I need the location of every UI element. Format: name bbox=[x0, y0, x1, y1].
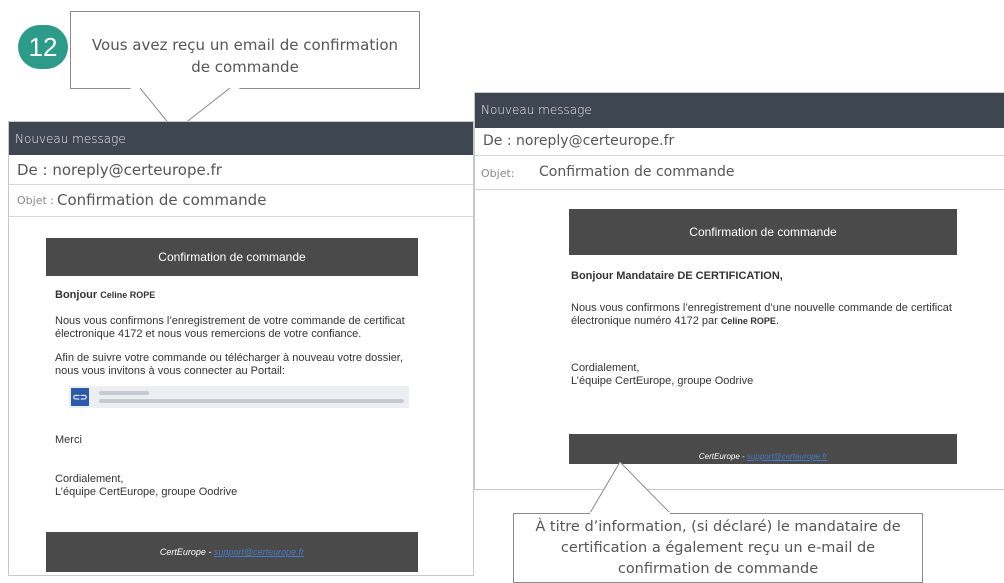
greeting: Bonjour Mandataire DE CERTIFICATION, bbox=[571, 270, 783, 282]
footer-email-link[interactable]: support@certeurope.fr bbox=[214, 547, 304, 557]
link-icon: ⊂⊃ bbox=[71, 388, 89, 406]
paragraph-1-name: Celine ROPE bbox=[720, 316, 776, 326]
from-row: De : noreply@certeurope.fr bbox=[9, 155, 473, 185]
window-titlebar: Nouveau message bbox=[9, 122, 473, 155]
subject-row: Objet: Confirmation de commande bbox=[475, 156, 1004, 190]
portal-link-blurred[interactable]: ⊂⊃ bbox=[69, 386, 409, 408]
subject-field: Confirmation de commande bbox=[539, 164, 735, 180]
callout-top-text: Vous avez reçu un email de confirmation … bbox=[91, 36, 399, 76]
paragraph-1-period: . bbox=[775, 315, 779, 327]
footer-prefix: CertEurope - bbox=[159, 547, 212, 557]
greeting-prefix: Bonjour bbox=[55, 289, 98, 301]
email-banner: Confirmation de commande bbox=[569, 209, 957, 255]
paragraph-1: Nous vous confirmons l’enregistrement de… bbox=[55, 315, 405, 340]
callout-bottom-pointer bbox=[589, 461, 671, 514]
callout-bottom: À titre d’information, (si déclaré) le m… bbox=[513, 513, 923, 583]
window-title: Nouveau message bbox=[15, 132, 126, 146]
footer-email-link[interactable]: support@certeurope.fr bbox=[747, 452, 827, 461]
paragraph-1: Nous vous confirmons l’enregistrement d’… bbox=[571, 302, 971, 328]
closing-text: Cordialement, bbox=[55, 473, 124, 485]
signature-text: L’équipe CertEurope, groupe Oodrive bbox=[55, 486, 238, 498]
email-footer: CertEurope - support@certeurope.fr bbox=[46, 532, 418, 572]
banner-title: Confirmation de commande bbox=[158, 250, 306, 264]
step-number-badge: 12 bbox=[18, 25, 68, 69]
subject-row: Objet : Confirmation de commande bbox=[9, 185, 473, 217]
thanks-text: Merci bbox=[55, 434, 82, 446]
from-field: De : noreply@certeurope.fr bbox=[483, 133, 675, 149]
email-window-right: Nouveau message De : noreply@certeurope.… bbox=[474, 92, 1004, 490]
subject-label: Objet: bbox=[481, 167, 515, 180]
window-titlebar: Nouveau message bbox=[475, 93, 1004, 128]
from-row: De : noreply@certeurope.fr bbox=[475, 128, 1004, 156]
email-banner: Confirmation de commande bbox=[46, 238, 418, 276]
from-field: De : noreply@certeurope.fr bbox=[17, 161, 222, 179]
paragraph-2: Afin de suivre votre commande ou télécha… bbox=[55, 352, 403, 377]
greeting-name: Celine ROPE bbox=[100, 290, 156, 300]
subject-label: Objet : bbox=[17, 194, 54, 207]
footer-prefix: CertEurope - bbox=[698, 452, 745, 461]
callout-bottom-text: À titre d’information, (si déclaré) le m… bbox=[535, 519, 901, 577]
banner-title: Confirmation de commande bbox=[689, 225, 837, 239]
window-title: Nouveau message bbox=[481, 103, 592, 117]
callout-bottom-joint bbox=[590, 512, 670, 514]
greeting: Bonjour Celine ROPE bbox=[55, 289, 415, 302]
subject-field: Confirmation de commande bbox=[57, 191, 267, 209]
signature-text: L’équipe CertEurope, groupe Oodrive bbox=[571, 375, 754, 387]
callout-top: Vous avez reçu un email de confirmation … bbox=[70, 11, 420, 89]
closing-text: Cordialement, bbox=[571, 362, 640, 374]
email-window-left: Nouveau message De : noreply@certeurope.… bbox=[8, 121, 474, 576]
